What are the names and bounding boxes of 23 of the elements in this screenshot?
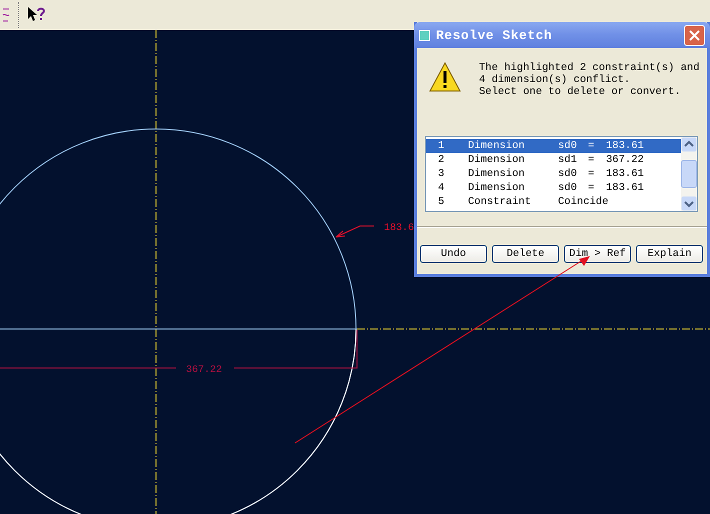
help-pointer-icon[interactable] (27, 6, 45, 24)
scroll-thumb[interactable] (681, 160, 697, 188)
conflict-row[interactable]: 1 Dimension sd0 = 183.61 (426, 139, 681, 153)
scroll-bar[interactable] (681, 137, 697, 211)
conflict-row[interactable]: 4 Dimension sd0 = 183.61 (426, 181, 681, 195)
conflict-row[interactable]: 5 Constraint Coincide (426, 195, 681, 209)
scroll-up-icon[interactable] (681, 137, 697, 152)
dialog-title: Resolve Sketch (436, 28, 554, 42)
radius-dimension-label: 183.6 (384, 223, 414, 234)
warning-icon (429, 62, 461, 92)
conflict-row[interactable]: 2 Dimension sd1 = 367.22 (426, 153, 681, 167)
dialog-button[interactable]: Delete (492, 245, 559, 263)
conflict-row[interactable]: 3 Dimension sd0 = 183.61 (426, 167, 681, 181)
diameter-dimension-label: 367.22 (186, 365, 222, 376)
scroll-down-icon[interactable] (681, 196, 697, 211)
close-button[interactable] (684, 24, 705, 46)
dialog-button[interactable]: Undo (420, 245, 487, 263)
conflict-message: The highlighted 2 constraint(s) and 4 dimension(s) conflict. Select one to delete or convert. (479, 62, 700, 100)
dialog-button[interactable]: Explain (636, 245, 703, 263)
close-icon[interactable] (689, 30, 700, 40)
dimension-leader (336, 226, 374, 238)
dialog-button[interactable]: Dim > Ref (564, 245, 631, 263)
window-icon (419, 30, 430, 40)
